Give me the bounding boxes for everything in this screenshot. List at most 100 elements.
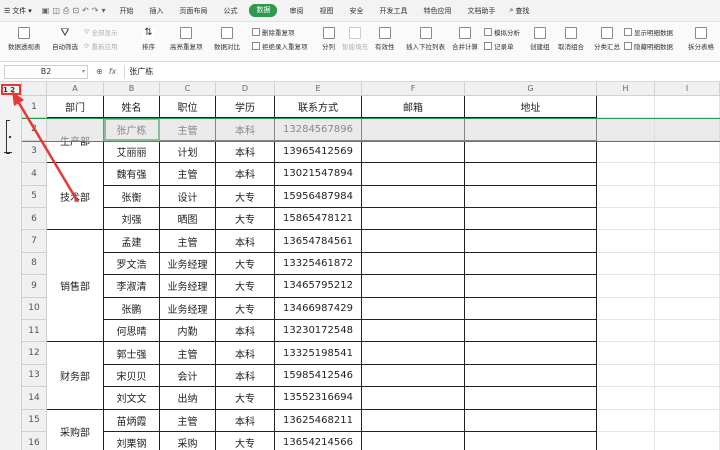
table-cell[interactable]: 本科 [216,342,275,365]
smart-fill-button[interactable]: 智能填充 [342,27,368,51]
reapply-button[interactable]: ⟳ 重新应用 [84,41,117,51]
data-compare-button[interactable]: 数据对比 [214,27,240,51]
table-cell[interactable]: 大专 [216,275,275,298]
grid-cell[interactable] [655,230,720,253]
table-cell[interactable] [362,163,465,186]
table-cell[interactable]: 13552316694 [275,387,362,410]
table-cell[interactable]: 业务经理 [160,297,216,320]
row-header[interactable]: 5 [22,185,47,208]
table-cell[interactable]: 大专 [216,432,275,450]
grid-cell[interactable] [597,342,655,365]
table-header-cell[interactable]: 联系方式 [275,96,362,119]
table-cell[interactable]: 13654214566 [275,432,362,450]
table-cell[interactable] [362,140,465,164]
table-cell[interactable]: 刘强 [104,208,160,231]
grid-cell[interactable] [597,432,655,450]
table-cell[interactable]: 魏有强 [104,163,160,186]
table-cell[interactable]: 本科 [216,409,275,432]
table-header-cell[interactable]: 学历 [216,96,275,119]
row-header[interactable]: 16 [22,432,47,450]
reject-duplicates-button[interactable]: 拒绝录入重复项 [252,41,308,51]
column-header[interactable]: B [104,82,160,96]
table-cell[interactable]: 艾丽丽 [104,140,160,164]
tab-10[interactable]: 文档助手 [459,0,503,22]
row-header[interactable]: 11 [22,320,47,343]
table-header-cell[interactable]: 地址 [465,96,597,119]
table-cell[interactable]: 业务经理 [160,252,216,276]
tab-6[interactable]: 视图 [311,0,341,22]
table-cell[interactable]: 13325461872 [275,252,362,276]
tab-1[interactable]: 插入 [141,0,171,22]
table-cell[interactable] [362,230,465,253]
create-group-button[interactable]: 创建组 [530,27,550,51]
grid-cell[interactable] [597,364,655,388]
tab-9[interactable]: 特色应用 [415,0,459,22]
column-header[interactable]: F [362,82,465,96]
table-cell[interactable] [465,297,597,320]
grid-cell[interactable] [655,163,720,186]
grid-cell[interactable] [597,185,655,208]
collapse-button[interactable] [4,152,12,153]
table-cell[interactable]: 张衡 [104,185,160,208]
row-header[interactable]: 7 [22,230,47,253]
show-all-button[interactable]: ⛛ 全部显示 [84,27,117,38]
sort-button[interactable]: ⇅ 排序 [142,27,155,51]
table-cell[interactable] [465,409,597,432]
table-cell[interactable] [362,364,465,388]
column-header[interactable]: I [655,82,720,96]
table-cell[interactable] [465,342,597,365]
table-cell[interactable]: 何思晴 [104,320,160,343]
column-header[interactable]: E [275,82,362,96]
table-cell[interactable]: 设计 [160,185,216,208]
table-header-cell[interactable]: 邮箱 [362,96,465,119]
table-cell[interactable]: 大专 [216,185,275,208]
table-cell[interactable] [362,118,465,141]
department-cell[interactable]: 采购部 [47,409,104,450]
table-cell[interactable]: 宋贝贝 [104,364,160,388]
table-cell[interactable]: 刘栗钢 [104,432,160,450]
table-cell[interactable]: 大专 [216,387,275,410]
table-cell[interactable]: 主管 [160,118,216,141]
print-icon[interactable]: ⎙ [63,6,69,16]
tab-2[interactable]: 页面布局 [171,0,215,22]
column-header[interactable]: H [597,82,655,96]
table-cell[interactable]: 13325198541 [275,342,362,365]
table-cell[interactable] [362,409,465,432]
table-cell[interactable]: 13230172548 [275,320,362,343]
table-cell[interactable]: 内勤 [160,320,216,343]
table-cell[interactable] [362,320,465,343]
grid-cell[interactable] [597,208,655,231]
row-header[interactable]: 8 [22,252,47,276]
row-header[interactable]: 14 [22,387,47,410]
grid-cell[interactable] [655,140,720,164]
row-header[interactable]: 12 [22,342,47,365]
table-cell[interactable]: 罗文浩 [104,252,160,276]
table-cell[interactable]: 张鹏 [104,297,160,320]
grid-cell[interactable] [655,297,720,320]
tab-3[interactable]: 公式 [215,0,245,22]
grid-cell[interactable] [655,364,720,388]
validity-button[interactable]: 有效性 [375,27,395,51]
table-cell[interactable]: 苗炳霞 [104,409,160,432]
grid-cell[interactable] [655,342,720,365]
record-form-button[interactable]: 记录单 [484,41,514,51]
table-cell[interactable]: 13654784561 [275,230,362,253]
table-cell[interactable] [465,275,597,298]
table-cell[interactable] [465,185,597,208]
grid-cell[interactable] [655,432,720,450]
table-cell[interactable] [465,140,597,164]
simulate-analysis-button[interactable]: 模拟分析 [484,27,520,37]
table-cell[interactable]: 13284567896 [275,118,362,141]
table-cell[interactable] [465,320,597,343]
column-header[interactable]: C [160,82,216,96]
row-header[interactable]: 13 [22,364,47,388]
split-table-button[interactable]: 拆分表格 [688,27,714,51]
table-cell[interactable]: 本科 [216,230,275,253]
row-header[interactable]: 4 [22,163,47,186]
table-header-cell[interactable]: 职位 [160,96,216,119]
grid-cell[interactable] [597,252,655,276]
department-cell[interactable]: 技术部 [47,163,104,231]
insert-dropdown-button[interactable]: 插入下拉列表 [406,27,445,51]
table-cell[interactable] [362,275,465,298]
table-cell[interactable]: 13466987429 [275,297,362,320]
